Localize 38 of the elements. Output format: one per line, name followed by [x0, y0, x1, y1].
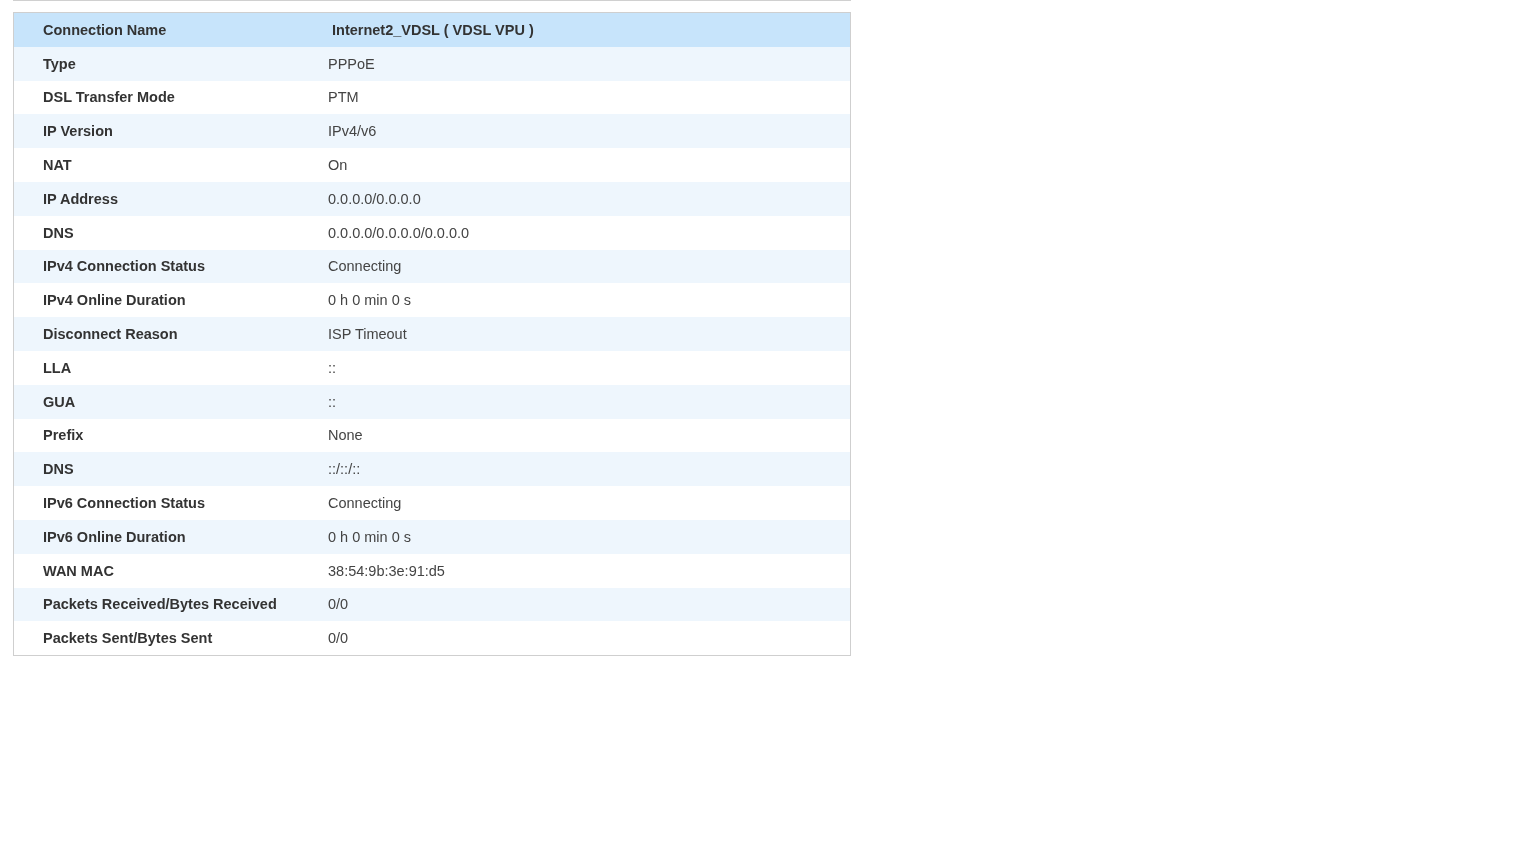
row-label: WAN MAC — [42, 562, 115, 579]
row-value: 38:54:9b:3e:91:d5 — [328, 562, 446, 579]
row-value: On — [328, 157, 349, 174]
row-value: Connecting — [328, 258, 403, 275]
row-label: IPv6 Online Duration — [42, 528, 187, 545]
row-label: IP Address — [42, 190, 119, 207]
row-label: Prefix — [42, 427, 85, 444]
row-value: Internet2_VDSL ( VDSL VPU ) — [331, 21, 535, 38]
row-label: IPv4 Connection Status — [42, 258, 206, 275]
row-value: 0 h 0 min 0 s — [328, 292, 412, 309]
row-value: 0 h 0 min 0 s — [328, 528, 412, 545]
row-value: ::/::/:: — [328, 461, 362, 478]
row-value: Connecting — [328, 495, 403, 512]
row-label: Packets Sent/Bytes Sent — [42, 630, 214, 647]
row-label: IPv6 Connection Status — [42, 495, 206, 512]
row-label: NAT — [42, 157, 73, 174]
row-label: IP Version — [42, 123, 114, 140]
row-value: None — [328, 427, 364, 444]
row-label: Type — [42, 55, 77, 72]
row-value: :: — [328, 393, 338, 410]
row-value: 0/0 — [328, 630, 350, 647]
row-label: GUA — [42, 393, 77, 410]
row-value: ISP Timeout — [328, 326, 408, 343]
row-value: IPv4/v6 — [328, 123, 378, 140]
row-label: Packets Received/Bytes Received — [42, 596, 278, 613]
row-value: 0/0 — [328, 596, 350, 613]
row-value: PTM — [328, 89, 360, 106]
row-label: DNS — [42, 224, 75, 241]
row-value: 0.0.0.0/0.0.0.0 — [328, 190, 422, 207]
row-label: DNS — [42, 461, 75, 478]
row-value: :: — [328, 359, 338, 376]
row-label: Connection Name — [42, 21, 168, 38]
row-label: IPv4 Online Duration — [42, 292, 187, 309]
row-label: LLA — [42, 359, 73, 376]
row-value: PPPoE — [328, 55, 376, 72]
row-value: 0.0.0.0/0.0.0.0/0.0.0.0 — [328, 224, 471, 241]
row-label: DSL Transfer Mode — [42, 89, 176, 106]
row-label: Disconnect Reason — [42, 326, 179, 343]
